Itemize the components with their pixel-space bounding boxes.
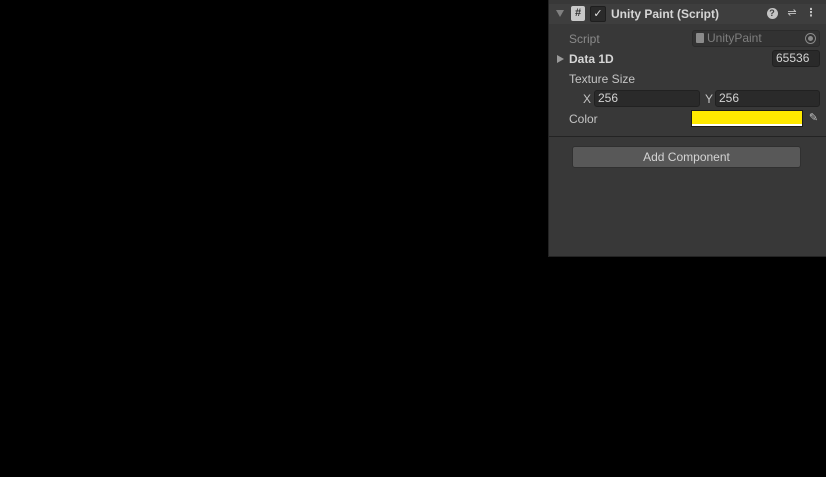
kebab-menu-icon: ⋮ [805,7,817,19]
inspector-panel: # ✓ Unity Paint (Script) ? ⇌ ⋮ Script Un… [548,0,826,257]
add-component-button[interactable]: Add Component [572,146,801,168]
divider [549,136,826,137]
texture-size-x-label[interactable]: X [583,92,591,106]
component-foldout-arrow-icon[interactable] [556,10,564,17]
script-object-field[interactable]: UnityPaint [692,30,820,47]
help-button[interactable]: ? [765,6,779,21]
color-field[interactable] [691,110,803,127]
data1d-size-field[interactable]: 65536 [772,50,820,67]
eyedropper-icon[interactable]: ✎ [806,111,821,126]
alpha-bar [692,124,802,126]
script-asset-icon [696,33,704,43]
component-enabled-checkbox[interactable]: ✓ [590,6,606,22]
texture-size-x-field[interactable]: 256 [594,90,700,107]
script-object-value: UnityPaint [707,31,762,45]
component-header[interactable]: # ✓ Unity Paint (Script) ? ⇌ ⋮ [549,4,826,24]
texture-size-y-field[interactable]: 256 [715,90,820,107]
help-icon: ? [766,8,778,19]
presets-button[interactable]: ⇌ [785,6,799,21]
script-icon: # [571,6,585,21]
presets-icon: ⇌ [787,7,797,19]
component-menu-button[interactable]: ⋮ [804,6,818,21]
data1d-foldout-arrow-icon[interactable] [557,55,564,63]
texture-size-y-label[interactable]: Y [705,92,713,106]
texture-size-label: Texture Size [569,72,636,86]
script-label: Script [569,32,600,46]
component-title: Unity Paint (Script) [611,7,720,21]
data1d-label[interactable]: Data 1D [569,52,614,66]
color-label: Color [569,112,598,126]
object-picker-icon[interactable] [805,33,816,44]
